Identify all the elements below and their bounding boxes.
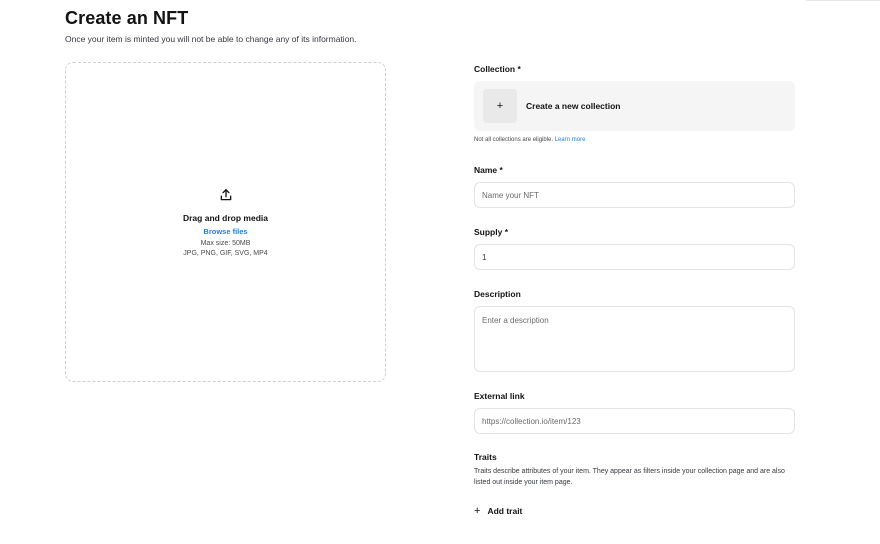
name-label: Name *	[474, 165, 503, 175]
collection-hint-text: Not all collections are eligible.	[474, 137, 554, 143]
create-nft-page: Create an NFT Once your item is minted y…	[0, 0, 880, 544]
plus-icon: +	[474, 505, 481, 517]
dropzone-formats: JPG, PNG, GIF, SVG, MP4	[183, 249, 268, 257]
create-collection-button[interactable]: + Create a new collection	[474, 81, 795, 131]
page-title: Create an NFT	[65, 8, 189, 28]
dropzone-title: Drag and drop media	[182, 212, 268, 223]
description-label: Description	[474, 289, 521, 299]
name-input[interactable]	[474, 182, 795, 208]
traits-description: Traits describe attributes of your item.…	[474, 468, 785, 486]
supply-label: Supply *	[474, 227, 509, 237]
plus-icon: +	[483, 89, 517, 123]
learn-more-link[interactable]: Learn more	[555, 137, 586, 143]
supply-input[interactable]	[474, 244, 795, 270]
traits-label: Traits	[474, 452, 497, 462]
external-link-input[interactable]	[474, 408, 795, 434]
collection-hint: Not all collections are eligible. Learn …	[474, 137, 585, 143]
dropzone-max-size: Max size: 50MB	[200, 239, 251, 247]
media-dropzone[interactable]: Drag and drop media Browse files Max siz…	[65, 62, 386, 382]
external-link-label: External link	[474, 391, 525, 401]
top-divider	[806, 0, 880, 1]
add-trait-button[interactable]: + Add trait	[474, 505, 523, 517]
page-subtitle: Once your item is minted you will not be…	[65, 34, 357, 44]
upload-icon	[220, 188, 231, 200]
create-collection-label: Create a new collection	[526, 101, 621, 111]
collection-label: Collection *	[474, 64, 521, 74]
add-trait-label: Add trait	[487, 506, 523, 516]
description-textarea[interactable]	[474, 306, 795, 372]
browse-files-link[interactable]: Browse files	[203, 227, 247, 236]
